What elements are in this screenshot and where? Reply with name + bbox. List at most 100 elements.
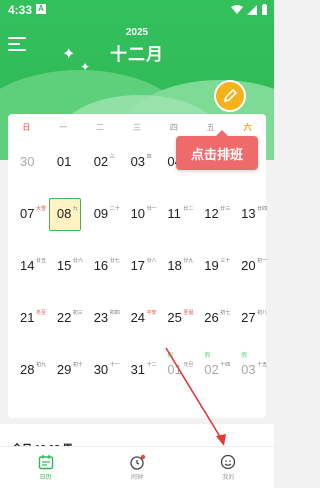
- day-cell[interactable]: 30: [8, 146, 45, 198]
- day-cell[interactable]: 13 廿四: [229, 198, 268, 250]
- status-time: 4:33: [8, 3, 33, 17]
- sparkle-icon: ✦: [80, 60, 91, 74]
- day-number: 02: [204, 362, 219, 377]
- day-cell[interactable]: 25 圣诞: [155, 302, 193, 354]
- day-cell[interactable]: 08 九: [45, 198, 82, 250]
- day-cell[interactable]: 01: [45, 146, 82, 198]
- day-cell[interactable]: 19 三十: [192, 250, 230, 302]
- day-number: 10: [130, 206, 146, 221]
- day-cell[interactable]: 29 初十: [45, 354, 83, 406]
- day-cell[interactable]: 假 03 十五: [229, 353, 268, 406]
- day-number: 29: [56, 362, 72, 377]
- day-cell[interactable]: 26 初七: [192, 302, 230, 354]
- wifi-icon: [231, 4, 243, 14]
- weekday-sun: 日: [22, 123, 31, 132]
- schedule-tooltip-label: 点击排班: [190, 146, 243, 162]
- day-number: 26: [204, 310, 219, 325]
- weekday-tue: 二: [96, 123, 105, 132]
- day-number: 24: [130, 310, 146, 325]
- day-cell[interactable]: 12 廿三: [192, 198, 230, 250]
- day-number: 21: [20, 310, 35, 325]
- battery-icon: [262, 4, 267, 15]
- weekday-mon: 一: [59, 123, 68, 132]
- day-cell[interactable]: 14 廿五: [8, 250, 46, 302]
- day-number: 30: [93, 362, 109, 377]
- day-cell[interactable]: 27 初八: [229, 302, 268, 354]
- signal-icon: [247, 4, 257, 15]
- day-cell[interactable]: 28 初九: [8, 354, 46, 406]
- tab-calendar[interactable]: 日历: [0, 447, 91, 488]
- day-cell[interactable]: 10 廿一: [119, 198, 157, 250]
- holiday-tag: 假: [204, 353, 211, 359]
- day-cell[interactable]: 02 三: [82, 146, 119, 198]
- day-number: 30: [20, 154, 35, 169]
- day-number: 17: [130, 258, 146, 273]
- day-number: 09: [93, 206, 109, 221]
- day-number: 31: [130, 362, 146, 377]
- day-cell[interactable]: 18 廿九: [155, 250, 193, 302]
- day-number: 02: [93, 154, 109, 169]
- month-title[interactable]: 十二月: [0, 40, 274, 65]
- day-cell[interactable]: 20 初一: [229, 250, 268, 302]
- day-cell[interactable]: 09 二十: [82, 198, 120, 250]
- weekday-sat: 六: [243, 123, 252, 132]
- day-number: 11: [167, 206, 181, 221]
- day-number: 03: [130, 154, 146, 169]
- day-number: 20: [241, 258, 256, 273]
- holiday-tag: 假: [241, 353, 248, 359]
- day-cell[interactable]: 30 十一: [82, 354, 120, 406]
- day-cell[interactable]: 15 廿六: [45, 250, 83, 302]
- pencil-icon: [223, 88, 238, 103]
- day-number: 14: [20, 258, 35, 273]
- day-number: 22: [56, 310, 72, 325]
- day-cell[interactable]: 03 四: [119, 146, 156, 198]
- day-number: 16: [93, 258, 109, 273]
- day-cell[interactable]: 07 大雪: [8, 198, 46, 250]
- weekday-thu: 四: [169, 123, 178, 132]
- status-icons: [231, 4, 268, 15]
- day-number: 01: [167, 362, 182, 377]
- day-cell[interactable]: 假 02 十四: [192, 353, 230, 406]
- day-number: 03: [241, 362, 256, 377]
- lunar-label: 廿四: [257, 206, 268, 212]
- calendar-grid: 300102三03四04050607大雪08九09二十10廿一11廿二12廿三1…: [8, 146, 268, 406]
- edit-fab[interactable]: [214, 80, 246, 112]
- profile-icon: [221, 454, 236, 470]
- tab-profile[interactable]: 我的: [183, 447, 274, 488]
- day-number: 12: [204, 206, 219, 221]
- day-cell[interactable]: 23 初四: [82, 302, 120, 354]
- day-number: 13: [241, 206, 256, 221]
- schedule-tooltip[interactable]: 点击排班: [176, 130, 258, 170]
- bottom-tab-bar: 日历 闹钟 我的: [0, 446, 274, 488]
- day-cell[interactable]: 22 初三: [45, 302, 83, 354]
- day-cell[interactable]: 31 十二: [119, 354, 157, 406]
- day-number: 25: [167, 310, 182, 325]
- day-number: 15: [56, 258, 72, 273]
- weekday-wed: 三: [132, 123, 141, 132]
- tab-profile-label: 我的: [222, 475, 235, 481]
- day-number: 28: [20, 362, 35, 377]
- calendar-icon: [38, 455, 53, 470]
- day-number: 27: [241, 310, 256, 325]
- lunar-label: 初一: [257, 258, 268, 264]
- sparkle-icon: ✦: [62, 46, 76, 63]
- tab-alarm[interactable]: 闹钟: [91, 447, 182, 488]
- status-badge: A: [36, 4, 46, 14]
- lunar-label: 十五: [257, 362, 268, 368]
- holiday-tag: 假: [167, 353, 174, 359]
- day-cell[interactable]: 假 01 元旦: [155, 353, 193, 406]
- year-label: 2025: [125, 27, 149, 38]
- day-cell[interactable]: 17 廿八: [119, 250, 157, 302]
- status-bar: 4:33 A: [0, 0, 274, 20]
- day-cell[interactable]: 24 平安: [119, 302, 157, 354]
- day-number: 08: [56, 206, 72, 221]
- day-cell[interactable]: 16 廿七: [82, 250, 120, 302]
- day-number: 19: [204, 258, 219, 273]
- day-number: 01: [56, 154, 72, 169]
- day-number: 23: [93, 310, 109, 325]
- tab-alarm-label: 闹钟: [130, 475, 143, 481]
- lunar-label: 初八: [257, 310, 268, 316]
- day-number: 07: [20, 206, 35, 221]
- day-cell[interactable]: 11 廿二: [155, 198, 193, 250]
- day-cell[interactable]: 21 冬至: [8, 302, 46, 354]
